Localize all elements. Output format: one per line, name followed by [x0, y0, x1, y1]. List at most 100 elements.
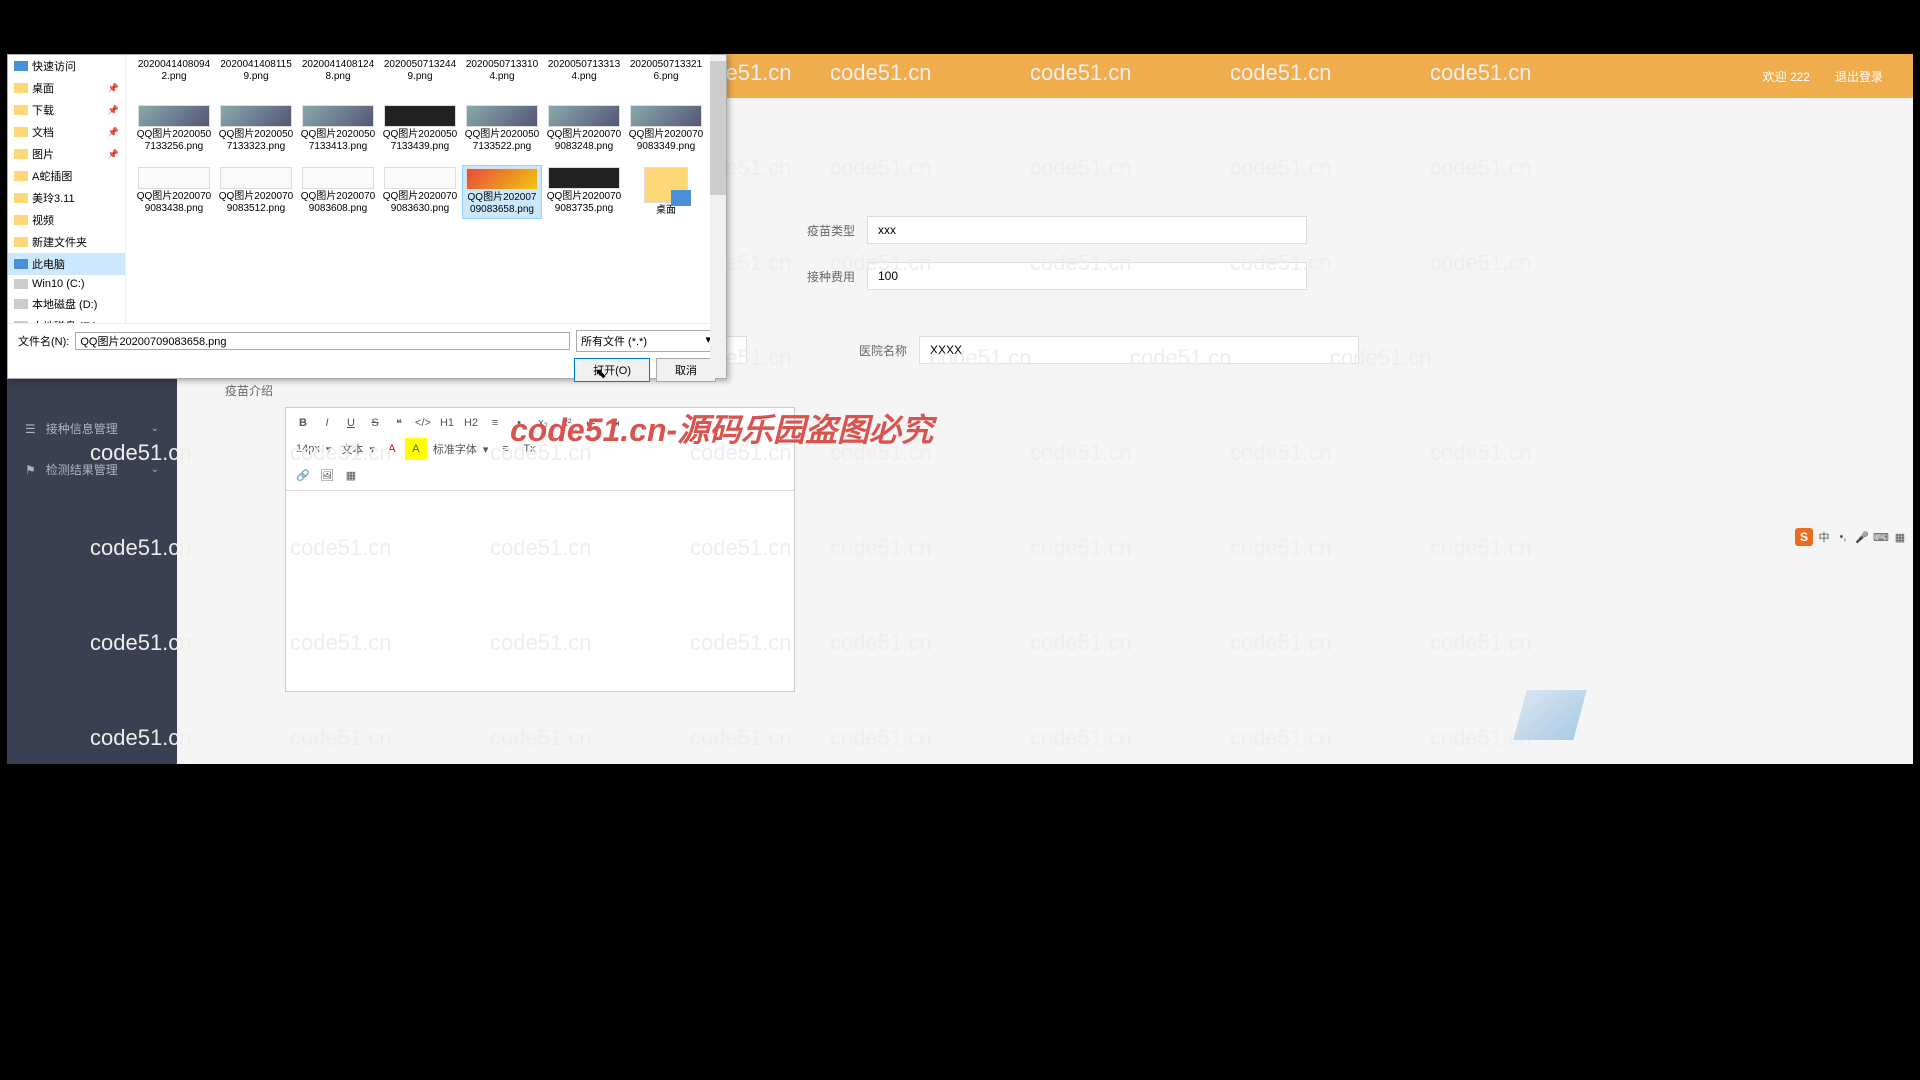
nav-item[interactable]: 文档📌: [8, 121, 125, 143]
nav-label: 视频: [32, 212, 54, 228]
sidebar-item-label: 检测结果管理: [46, 461, 118, 478]
open-button[interactable]: 打开(O): [574, 358, 650, 382]
file-item[interactable]: 20200507133134.png: [544, 57, 624, 85]
nav-label: 下载: [32, 102, 54, 118]
file-item[interactable]: QQ图片20200507133323.png: [216, 103, 296, 155]
nav-item[interactable]: Win10 (C:): [8, 275, 125, 293]
nav-item[interactable]: A蛇插图: [8, 165, 125, 187]
file-item[interactable]: 20200414080942.png: [134, 57, 214, 85]
fee-label: 接种费用: [795, 268, 855, 285]
nav-item[interactable]: 本地磁盘 (E:): [8, 315, 125, 323]
file-item[interactable]: QQ图片20200709083512.png: [216, 165, 296, 219]
file-name: QQ图片20200507133413.png: [300, 129, 376, 153]
nav-item[interactable]: 美玲3.11: [8, 187, 125, 209]
file-item[interactable]: QQ图片20200507133413.png: [298, 103, 378, 155]
file-name: QQ图片20200709083438.png: [136, 191, 212, 215]
font-color-button[interactable]: A: [381, 438, 403, 460]
italic-button[interactable]: I: [316, 412, 338, 434]
pin-icon: 📌: [108, 105, 119, 116]
nav-label: 桌面: [32, 80, 54, 96]
file-item[interactable]: 20200507132449.png: [380, 57, 460, 85]
file-item[interactable]: 20200507133104.png: [462, 57, 542, 85]
nav-item[interactable]: 视频: [8, 209, 125, 231]
h1-button[interactable]: H1: [436, 412, 458, 434]
file-item[interactable]: 20200507133216.png: [626, 57, 706, 85]
fee-input[interactable]: [867, 262, 1307, 290]
filetype-select[interactable]: 所有文件 (*.*)▾: [576, 330, 716, 352]
file-name: QQ图片20200507133323.png: [218, 129, 294, 153]
nav-item[interactable]: 快速访问: [8, 55, 125, 77]
link-button[interactable]: 🔗: [292, 464, 314, 486]
file-name: QQ图片20200709083658.png: [465, 192, 539, 216]
nav-item[interactable]: 此电脑: [8, 253, 125, 275]
bg-color-button[interactable]: A: [405, 438, 427, 460]
ime-grid-icon[interactable]: ▦: [1892, 529, 1908, 545]
ime-punct-icon[interactable]: •,: [1835, 529, 1851, 545]
list-icon: ☰: [25, 422, 36, 436]
file-item[interactable]: 20200414081159.png: [216, 57, 296, 85]
file-item[interactable]: QQ图片20200709083658.png: [462, 165, 542, 219]
drive-icon: [14, 279, 28, 289]
file-item[interactable]: QQ图片20200709083608.png: [298, 165, 378, 219]
file-thumb: [302, 167, 374, 189]
pin-icon: 📌: [108, 83, 119, 94]
file-item[interactable]: QQ图片20200709083735.png: [544, 165, 624, 219]
file-item[interactable]: QQ图片20200709083630.png: [380, 165, 460, 219]
file-item[interactable]: QQ图片20200709083349.png: [626, 103, 706, 155]
file-thumb: [466, 168, 538, 190]
file-item[interactable]: 桌面: [626, 165, 706, 219]
dialog-footer: 文件名(N): 所有文件 (*.*)▾ 打开(O) 取消: [8, 323, 726, 388]
ime-keyboard-icon[interactable]: ⌨: [1873, 529, 1889, 545]
chevron-down-icon: ⌄: [151, 423, 159, 434]
greeting-text: 欢迎 222: [1763, 68, 1810, 85]
ime-lang-button[interactable]: 中: [1816, 529, 1832, 545]
grid-scrollbar[interactable]: [710, 55, 726, 323]
file-item[interactable]: 20200414081248.png: [298, 57, 378, 85]
filename-input[interactable]: [75, 332, 570, 350]
vaccine-type-input[interactable]: [867, 216, 1307, 244]
strike-button[interactable]: S: [364, 412, 386, 434]
nav-item[interactable]: 下载 📌: [8, 99, 125, 121]
nav-item[interactable]: 新建文件夹: [8, 231, 125, 253]
file-name: 20200507132449.png: [382, 59, 458, 83]
table-button[interactable]: ▦: [340, 464, 362, 486]
code-button[interactable]: </>: [412, 412, 434, 434]
editor-content[interactable]: [286, 491, 794, 691]
file-name: QQ图片20200507133256.png: [136, 129, 212, 153]
file-grid: 20200414080942.png20200414081159.png2020…: [126, 55, 726, 323]
sidebar-item-vaccination[interactable]: ☰ 接种信息管理 ⌄: [7, 408, 177, 449]
ol-button[interactable]: ≡: [484, 412, 506, 434]
quote-button[interactable]: ❝: [388, 412, 410, 434]
file-item[interactable]: QQ图片20200507133439.png: [380, 103, 460, 155]
sidebar-item-label: 接种信息管理: [46, 420, 118, 437]
hospital-name-input[interactable]: [919, 336, 1359, 364]
pin-icon: 📌: [108, 149, 119, 160]
file-thumb: [138, 167, 210, 189]
sidebar-item-results[interactable]: ⚑ 检测结果管理 ⌄: [7, 449, 177, 490]
font-size-select[interactable]: 14px ▾: [292, 441, 335, 458]
file-item[interactable]: QQ图片20200507133256.png: [134, 103, 214, 155]
file-item[interactable]: QQ图片20200507133522.png: [462, 103, 542, 155]
nav-item[interactable]: 桌面 📌: [8, 77, 125, 99]
file-name: QQ图片20200709083512.png: [218, 191, 294, 215]
logout-link[interactable]: 退出登录: [1835, 68, 1883, 85]
style-select[interactable]: 文本 ▾: [337, 439, 379, 459]
nav-item[interactable]: 本地磁盘 (D:): [8, 293, 125, 315]
ime-mic-icon[interactable]: 🎤: [1854, 529, 1870, 545]
h2-button[interactable]: H2: [460, 412, 482, 434]
bold-button[interactable]: B: [292, 412, 314, 434]
folder-icon: [14, 149, 28, 159]
file-thumb: [384, 105, 456, 127]
cancel-button[interactable]: 取消: [656, 358, 716, 382]
nav-label: 美玲3.11: [32, 190, 75, 206]
ime-logo-icon[interactable]: S: [1795, 528, 1813, 546]
image-button[interactable]: 🖼: [316, 464, 338, 486]
font-family-select[interactable]: 标准字体 ▾: [429, 439, 493, 459]
nav-item[interactable]: 图片📌: [8, 143, 125, 165]
underline-button[interactable]: U: [340, 412, 362, 434]
watermark-red: code51.cn-源码乐园盗图必究: [510, 405, 933, 451]
file-item[interactable]: QQ图片20200709083248.png: [544, 103, 624, 155]
file-thumb: [220, 167, 292, 189]
file-name: QQ图片20200709083735.png: [546, 191, 622, 215]
file-item[interactable]: QQ图片20200709083438.png: [134, 165, 214, 219]
